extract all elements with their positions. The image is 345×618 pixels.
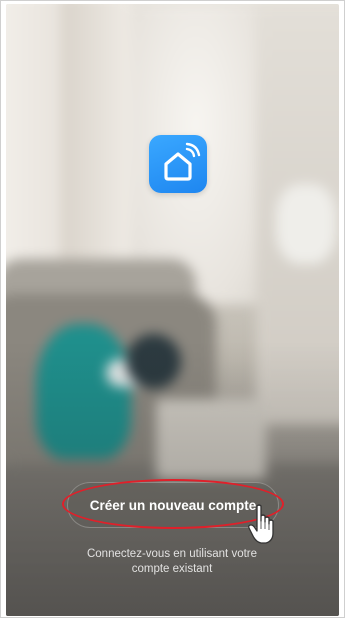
- login-link-line1: Connectez-vous en utilisant votre: [86, 548, 258, 560]
- login-link-line2: compte existant: [131, 563, 213, 575]
- login-existing-account-link[interactable]: Connectez-vous en utilisant votre compte…: [41, 547, 303, 577]
- create-account-label: Créer un nouveau compte: [89, 497, 257, 513]
- screenshot-frame: Créer un nouveau compte Connectez-vous e…: [0, 0, 345, 618]
- create-account-button[interactable]: Créer un nouveau compte: [67, 482, 279, 528]
- smart-home-wifi-icon: [149, 135, 207, 193]
